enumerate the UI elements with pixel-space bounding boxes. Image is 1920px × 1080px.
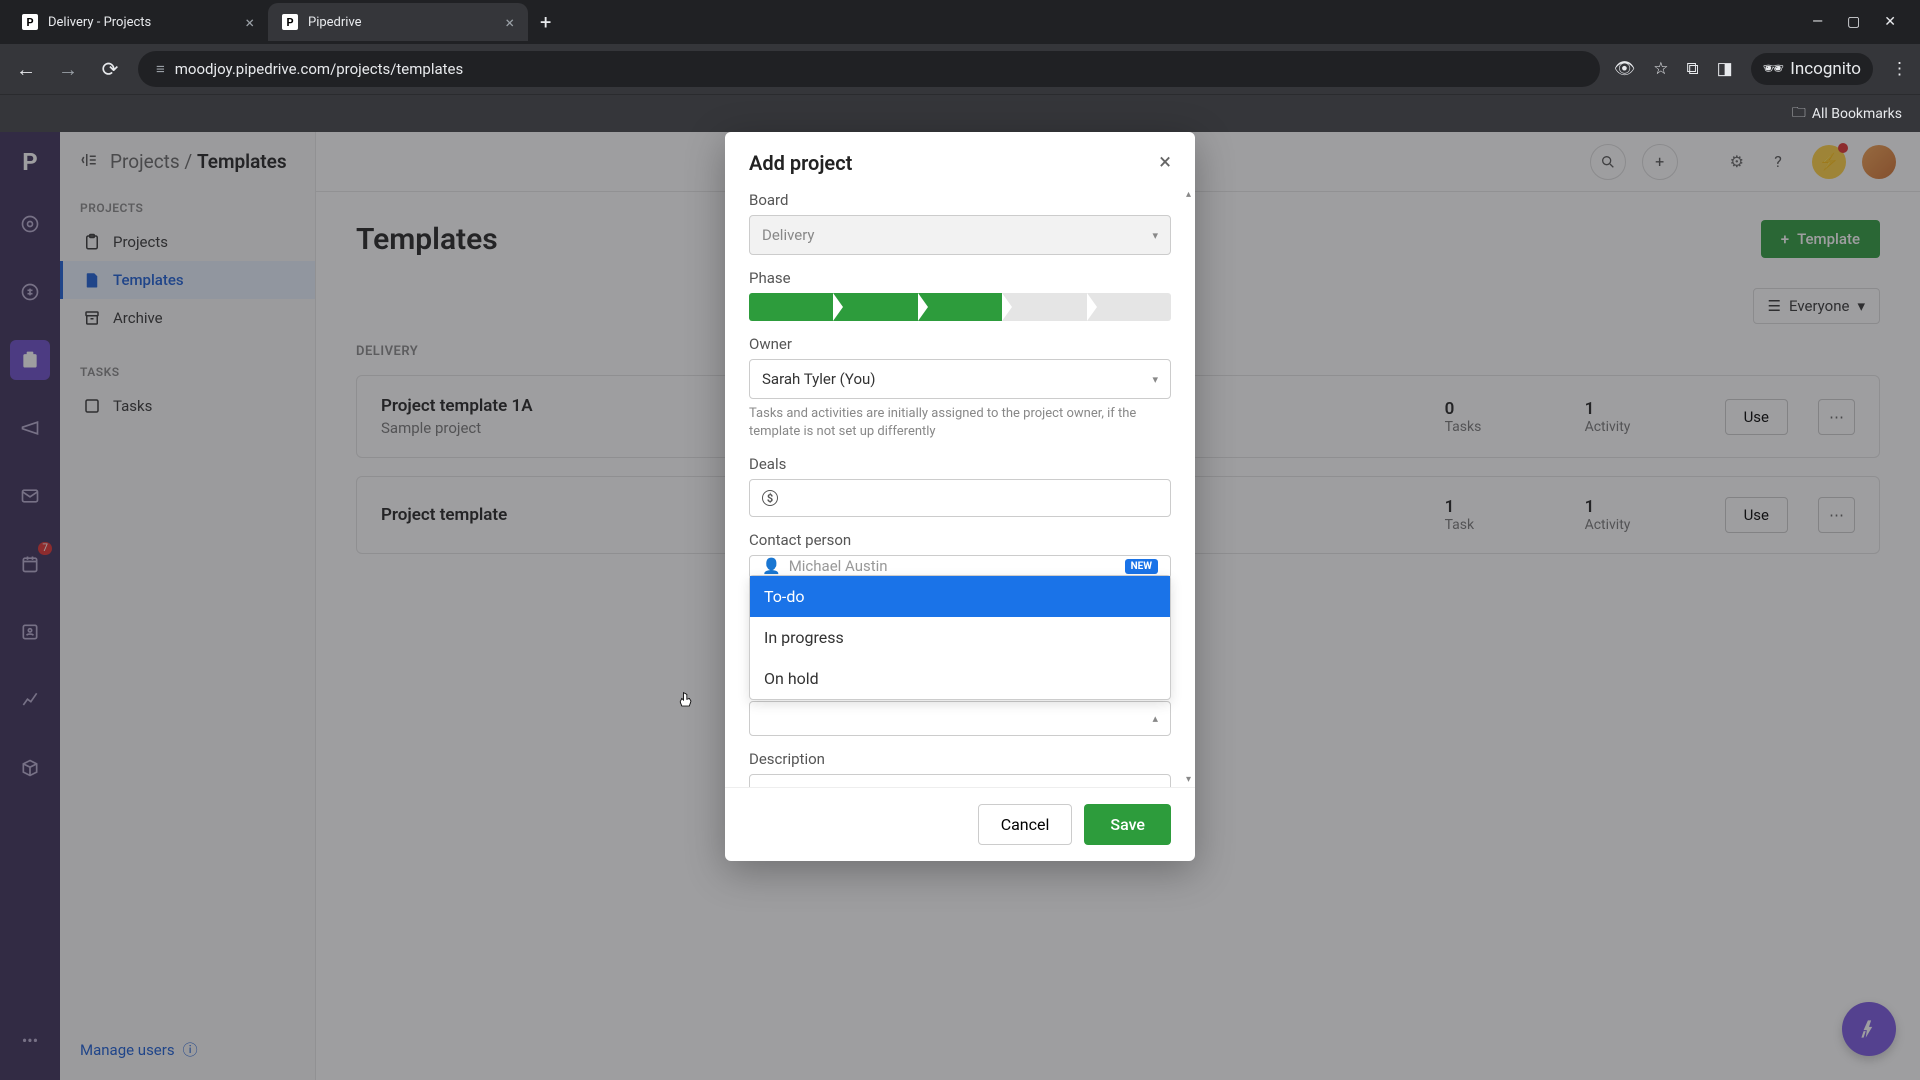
- phase-segment[interactable]: [1002, 293, 1086, 321]
- board-select[interactable]: Delivery ▾: [749, 215, 1171, 255]
- tab-title: Pipedrive: [308, 15, 495, 30]
- all-bookmarks-button[interactable]: 🗀 All Bookmarks: [1792, 102, 1902, 126]
- modal-body: ▴ Board Delivery ▾ Phase Owner Sarah Tyl…: [725, 187, 1195, 787]
- incognito-icon: 🕶: [1763, 59, 1785, 79]
- person-icon: 👤: [762, 557, 781, 575]
- tab-title: Delivery - Projects: [48, 15, 235, 30]
- all-bookmarks-label: All Bookmarks: [1812, 106, 1902, 122]
- url-text: moodjoy.pipedrive.com/projects/templates: [175, 60, 464, 78]
- dropdown-option-in-progress[interactable]: In progress: [750, 617, 1170, 658]
- status-select[interactable]: ▴: [749, 701, 1171, 736]
- field-label-board: Board: [749, 191, 1171, 209]
- close-icon[interactable]: ×: [245, 13, 254, 32]
- maximize-icon[interactable]: ▢: [1847, 14, 1860, 30]
- browser-chrome: P Delivery - Projects × P Pipedrive × + …: [0, 0, 1920, 132]
- add-project-modal: Add project × ▴ Board Delivery ▾ Phase O…: [725, 132, 1195, 861]
- chevron-down-icon: ▾: [1152, 373, 1158, 386]
- dropdown-option-on-hold[interactable]: On hold: [750, 658, 1170, 699]
- url-bar[interactable]: ≡ moodjoy.pipedrive.com/projects/templat…: [138, 51, 1600, 87]
- new-badge: NEW: [1125, 559, 1158, 574]
- field-label-description: Description: [749, 750, 1171, 768]
- modal-footer: Cancel Save: [725, 787, 1195, 861]
- phase-selector[interactable]: [749, 293, 1171, 321]
- currency-icon: $: [762, 490, 778, 506]
- owner-value: Sarah Tyler (You): [762, 370, 876, 388]
- phase-segment[interactable]: [749, 293, 833, 321]
- favicon-icon: P: [282, 14, 298, 30]
- contact-value: Michael Austin: [789, 557, 888, 575]
- browser-tab[interactable]: P Delivery - Projects ×: [8, 3, 268, 41]
- bookmarks-bar: 🗀 All Bookmarks: [0, 94, 1920, 132]
- new-tab-button[interactable]: +: [528, 10, 563, 34]
- phase-segment[interactable]: [1087, 293, 1171, 321]
- description-input[interactable]: [749, 774, 1171, 787]
- chevron-down-icon: ▾: [1152, 229, 1158, 242]
- tab-bar: P Delivery - Projects × P Pipedrive × + …: [0, 0, 1920, 44]
- save-button[interactable]: Save: [1084, 804, 1171, 845]
- forward-icon[interactable]: →: [54, 57, 82, 82]
- scroll-up-icon[interactable]: ▴: [1186, 189, 1191, 200]
- deals-input[interactable]: $: [749, 479, 1171, 517]
- reading-list-icon[interactable]: ⧉: [1686, 59, 1698, 79]
- board-value: Delivery: [762, 226, 815, 244]
- modal-header: Add project ×: [725, 132, 1195, 187]
- owner-help-text: Tasks and activities are initially assig…: [749, 405, 1171, 441]
- window-controls: — ▢ ✕: [1812, 14, 1912, 30]
- deals-field[interactable]: [786, 489, 1158, 507]
- close-icon[interactable]: ×: [1159, 150, 1171, 175]
- cancel-button[interactable]: Cancel: [978, 804, 1073, 845]
- incognito-chip[interactable]: 🕶 Incognito: [1751, 53, 1873, 85]
- browser-toolbar: ← → ⟳ ≡ moodjoy.pipedrive.com/projects/t…: [0, 44, 1920, 94]
- minimize-icon[interactable]: —: [1812, 14, 1823, 30]
- incognito-label: Incognito: [1790, 59, 1861, 79]
- owner-select[interactable]: Sarah Tyler (You) ▾: [749, 359, 1171, 399]
- phase-segment[interactable]: [918, 293, 1002, 321]
- back-icon[interactable]: ←: [12, 57, 40, 82]
- side-panel-icon[interactable]: ◨: [1717, 59, 1733, 79]
- favicon-icon: P: [22, 14, 38, 30]
- close-icon[interactable]: ×: [505, 13, 514, 32]
- menu-icon[interactable]: ⋮: [1891, 59, 1908, 79]
- star-icon[interactable]: ☆: [1653, 59, 1668, 79]
- field-label-contact: Contact person: [749, 531, 1171, 549]
- field-label-phase: Phase: [749, 269, 1171, 287]
- phase-segment[interactable]: [833, 293, 917, 321]
- reload-icon[interactable]: ⟳: [96, 57, 124, 81]
- close-window-icon[interactable]: ✕: [1884, 14, 1896, 30]
- toolbar-icons: 👁 ☆ ⧉ ◨ 🕶 Incognito ⋮: [1614, 53, 1908, 85]
- site-info-icon[interactable]: ≡: [156, 60, 165, 78]
- eye-off-icon[interactable]: 👁: [1614, 59, 1636, 79]
- browser-tab[interactable]: P Pipedrive ×: [268, 3, 528, 41]
- chevron-up-icon: ▴: [1152, 712, 1158, 725]
- field-label-owner: Owner: [749, 335, 1171, 353]
- dropdown-option-todo[interactable]: To-do: [750, 576, 1170, 617]
- field-label-deals: Deals: [749, 455, 1171, 473]
- modal-title: Add project: [749, 151, 852, 175]
- folder-icon: 🗀: [1792, 102, 1806, 126]
- status-dropdown: To-do In progress On hold: [749, 575, 1171, 700]
- scroll-down-icon[interactable]: ▾: [1186, 774, 1191, 785]
